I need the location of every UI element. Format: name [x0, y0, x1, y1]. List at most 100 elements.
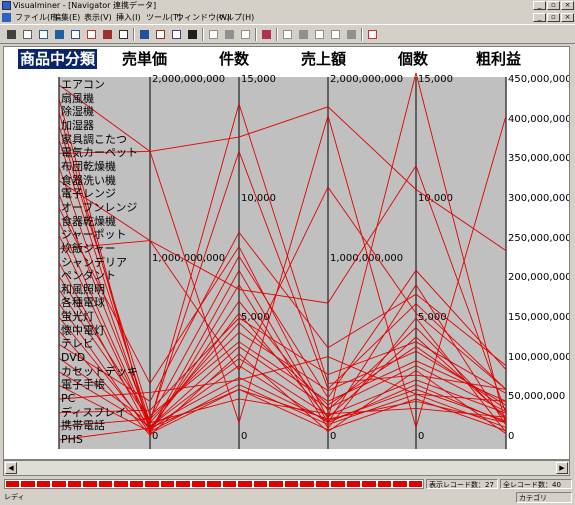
category-label[interactable]: 食器乾燥機: [61, 216, 116, 227]
merge-button[interactable]: [169, 27, 184, 42]
toolbar-separator: [202, 28, 204, 41]
filter-red-icon: [368, 30, 377, 39]
network-button[interactable]: [153, 27, 168, 42]
progress-segment: [238, 481, 252, 487]
menu-edit[interactable]: 編集(E): [53, 11, 80, 24]
category-label[interactable]: ペンダント: [61, 270, 116, 281]
category-label[interactable]: オーブンレンジ: [61, 202, 137, 213]
progress-segment: [331, 481, 345, 487]
save-button[interactable]: [68, 27, 83, 42]
arrow-icon: [315, 30, 324, 39]
progress-segment: [393, 481, 407, 487]
bar-chart-icon: [87, 30, 96, 39]
category-label[interactable]: DVD: [61, 352, 85, 363]
doc-restore-button[interactable]: ▫: [547, 13, 560, 22]
doc-minimize-button[interactable]: _: [533, 13, 546, 22]
sheet-icon: [23, 30, 32, 39]
chart-small-button[interactable]: [344, 27, 359, 42]
progress-segment: [269, 481, 283, 487]
category-label[interactable]: カセットデッキ: [61, 366, 138, 377]
category-label[interactable]: 和風照明: [61, 284, 105, 295]
category-label[interactable]: ディスプレイ: [61, 407, 126, 418]
menu-help[interactable]: ヘルプ(H): [218, 11, 254, 24]
category-label[interactable]: 電気カーペット: [61, 147, 138, 158]
category-label[interactable]: エアコン: [61, 79, 105, 90]
list-button[interactable]: [185, 27, 200, 42]
group-icon: [283, 30, 292, 39]
category-label[interactable]: 各種電球: [61, 297, 105, 308]
category-label[interactable]: 食器洗い機: [61, 175, 116, 186]
scroll-left-arrow[interactable]: ◀: [5, 462, 17, 474]
progress-segment: [145, 481, 159, 487]
menu-view[interactable]: 表示(V): [84, 11, 112, 24]
toolbar: [0, 24, 575, 44]
network-icon: [156, 30, 165, 39]
scroll-right-arrow[interactable]: ▶: [556, 462, 568, 474]
progress-segment: [176, 481, 190, 487]
toolbar-separator: [133, 28, 135, 41]
group-button[interactable]: [280, 27, 295, 42]
displayed-records: 表示レコード数：27: [426, 479, 498, 489]
title-bar: Visualminer - [Navigator 連携データ] _ ▫ ×: [0, 0, 575, 11]
edit-button[interactable]: [296, 27, 311, 42]
progress-segment: [300, 481, 314, 487]
bar-chart-button[interactable]: [84, 27, 99, 42]
category-label[interactable]: 炊飯ジャー: [61, 243, 115, 254]
category-label[interactable]: 家具調こたつ: [61, 134, 127, 145]
app-icon: [2, 1, 11, 10]
clip-button[interactable]: [4, 27, 19, 42]
category-label[interactable]: 懐中電灯: [61, 325, 105, 336]
doc-close-button[interactable]: ×: [561, 13, 574, 22]
grid-button[interactable]: [36, 27, 51, 42]
menu-file[interactable]: ファイル(F): [15, 11, 58, 24]
status-mode: カテゴリ: [516, 492, 572, 503]
close-button[interactable]: ×: [561, 1, 574, 10]
toolbar-separator: [255, 28, 257, 41]
progress-segment: [36, 481, 51, 487]
category-label[interactable]: PC: [61, 393, 75, 404]
sheet-button[interactable]: [20, 27, 35, 42]
category-label[interactable]: 除湿機: [61, 106, 94, 117]
table-icon: [119, 30, 128, 39]
toolbar-separator: [276, 28, 278, 41]
category-label[interactable]: 携帯電話: [61, 420, 105, 431]
category-label[interactable]: 布団乾燥機: [61, 161, 116, 172]
chart-line-button[interactable]: [100, 27, 115, 42]
table-button[interactable]: [116, 27, 131, 42]
plot-button[interactable]: [206, 27, 221, 42]
filter-red-button[interactable]: [365, 27, 380, 42]
menu-bar: ファイル(F) 編集(E) 表示(V) 挿入(I) ツール(T) ウィンドウ(W…: [0, 11, 575, 24]
menu-insert[interactable]: 挿入(I): [116, 11, 141, 24]
record-line[interactable]: [58, 150, 507, 422]
category-label[interactable]: 扇風機: [61, 93, 94, 104]
category-label[interactable]: PHS: [61, 434, 83, 445]
arrow-button[interactable]: [312, 27, 327, 42]
app-window: Visualminer - [Navigator 連携データ] _ ▫ × ファ…: [0, 0, 575, 505]
category-label[interactable]: 蛍光灯: [61, 311, 94, 322]
category-label[interactable]: シャンデリア: [61, 257, 127, 268]
category-label[interactable]: 加湿器: [61, 120, 94, 131]
parallel-coordinates-view: 商品中分類 売単価 件数 売上額 個数 粗利益 2,000,000,000 1,000,00…: [3, 46, 570, 460]
grid-small-button[interactable]: [52, 27, 67, 42]
toolbar-separator: [361, 28, 363, 41]
window-title: Visualminer - [Navigator 連携データ]: [13, 1, 157, 10]
plot2-button[interactable]: [222, 27, 237, 42]
progress-segment: [315, 481, 330, 487]
horizontal-scrollbar[interactable]: ◀ ▶: [3, 460, 570, 476]
minimize-button[interactable]: _: [533, 1, 546, 10]
grid-icon: [39, 30, 48, 39]
restore-button[interactable]: ▫: [547, 1, 560, 10]
brush-button[interactable]: [328, 27, 343, 42]
category-label[interactable]: テレビ: [61, 338, 94, 349]
chart-small-icon: [347, 30, 356, 39]
progress-segment: [160, 481, 175, 487]
chart-line-icon: [103, 30, 112, 39]
filter-button[interactable]: [259, 27, 274, 42]
plot3-button[interactable]: [238, 27, 253, 42]
category-label[interactable]: ジャーポット: [61, 229, 126, 240]
progress-segment: [222, 481, 237, 487]
category-label[interactable]: 電子レンジ: [61, 188, 116, 199]
parallel-button[interactable]: [137, 27, 152, 42]
doc-icon[interactable]: [2, 13, 11, 22]
category-label[interactable]: 電子手帳: [61, 379, 105, 390]
